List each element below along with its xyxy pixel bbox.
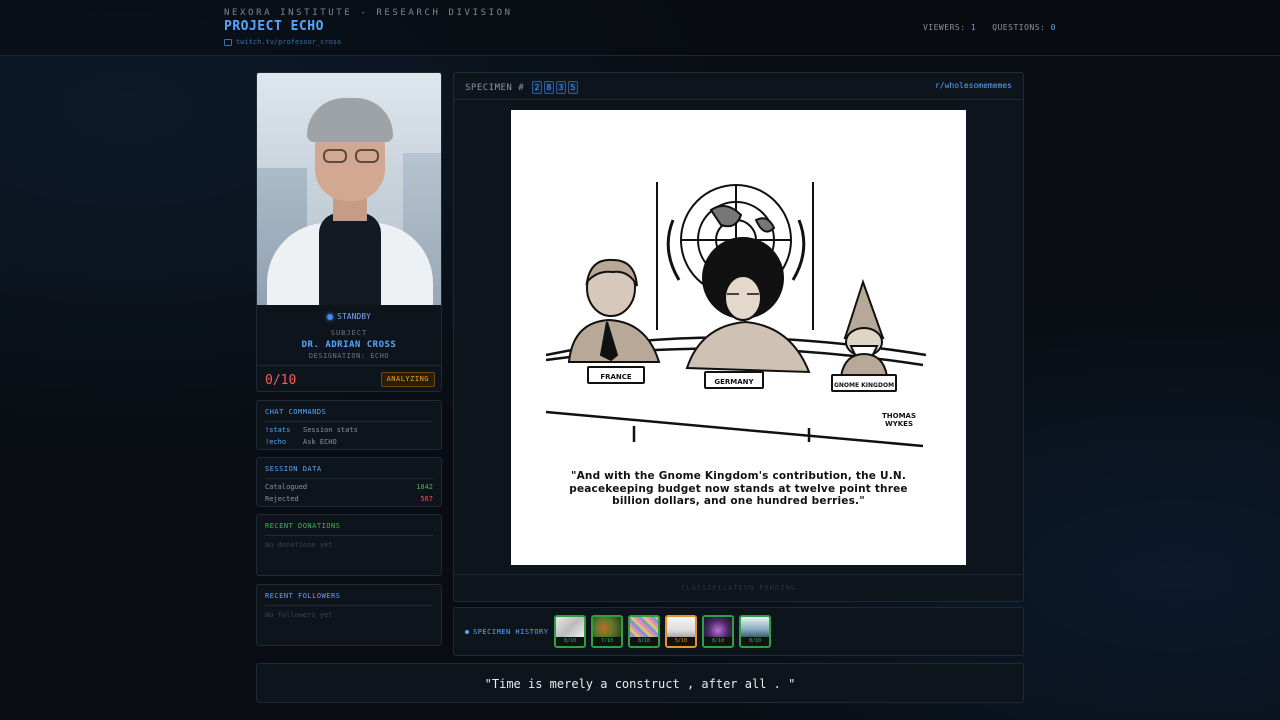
followers-panel: RECENT FOLLOWERS No followers yet — [256, 584, 442, 646]
lens-right — [355, 149, 379, 163]
artist-signature-last: WYKES — [885, 420, 913, 428]
subject-label: SUBJECT — [330, 329, 368, 337]
thumb-image — [556, 617, 584, 639]
catalogued-row: Catalogued 1842 — [257, 479, 441, 491]
specimen-header: SPECIMEN # 2 8 3 5 r/wholesomememes — [454, 73, 1023, 100]
specimen-number: SPECIMEN # 2 8 3 5 — [465, 81, 579, 94]
score-row: 0/10 ANALYZING — [257, 365, 441, 391]
command-key: !echo — [265, 438, 287, 446]
questions-count: 0 — [1050, 23, 1056, 32]
current-score: 0/10 — [265, 373, 297, 388]
followers-empty: No followers yet — [265, 611, 333, 619]
org-name: NEXORA INSTITUTE - RESEARCH DIVISION — [224, 8, 513, 18]
hair — [307, 98, 393, 142]
header-stats: VIEWERS: 1 QUESTIONS: 0 — [923, 23, 1056, 32]
history-thumb[interactable]: 8/10 — [739, 615, 771, 648]
history-dot-icon — [465, 630, 469, 634]
catalogued-count: 1842 — [416, 483, 433, 491]
thumb-score: 8/10 — [704, 637, 732, 646]
classification-status: CLASSIFICATION PENDING — [454, 574, 1023, 601]
viewers-label: VIEWERS: — [922, 23, 966, 32]
germany-plate: GERMANY — [714, 378, 754, 386]
subject-name: DR. ADRIAN CROSS — [301, 340, 397, 350]
france-plate: FRANCE — [600, 373, 632, 381]
command-row: !echo Ask ECHO — [257, 434, 441, 446]
specimen-label: SPECIMEN # — [465, 82, 525, 93]
donations-empty: No donations yet — [265, 541, 333, 549]
thumb-image — [593, 617, 621, 639]
command-row: !stats Session stats — [257, 422, 441, 434]
thumb-image — [741, 617, 769, 639]
specimen-digit: 3 — [556, 81, 567, 94]
thumb-image — [704, 617, 732, 639]
status-dot-icon — [327, 313, 334, 320]
viewers-count: 1 — [970, 23, 977, 32]
glasses — [323, 149, 379, 163]
cartoon-caption: "And with the Gnome Kingdom's contributi… — [569, 470, 908, 507]
donations-panel: RECENT DONATIONS No donations yet — [256, 514, 442, 576]
specimen-viewer: SPECIMEN # 2 8 3 5 r/wholesomememes FRAN… — [453, 72, 1024, 602]
gnome-plate: GNOME KINGDOM — [834, 382, 894, 389]
project-title: PROJECT ECHO — [224, 19, 324, 34]
history-label: SPECIMEN HISTORY — [465, 628, 548, 636]
france-delegate — [567, 258, 661, 363]
history-thumb[interactable]: 8/10 — [702, 615, 734, 648]
subject-card: STANDBY SUBJECT DR. ADRIAN CROSS DESIGNA… — [256, 72, 442, 392]
thumb-score: 7/10 — [593, 637, 621, 646]
history-thumb[interactable]: 8/10 — [554, 615, 586, 648]
germany-delegate — [685, 237, 811, 374]
gnome-delegate — [839, 278, 889, 377]
status-text: STANDBY — [337, 312, 371, 321]
questions-stat: QUESTIONS: 0 — [992, 23, 1056, 32]
session-data-panel: SESSION DATA Catalogued 1842 Rejected 56… — [256, 457, 442, 507]
specimen-image: FRANCE GERMANY GNOME KINGDOM THOMAS WYKE… — [511, 110, 966, 565]
viewers-stat: VIEWERS: 1 — [923, 23, 976, 32]
history-thumbnails: 8/10 7/10 8/10 5/10 8/10 8/10 — [554, 615, 771, 648]
questions-label: QUESTIONS: — [992, 23, 1046, 32]
command-desc: Ask ECHO — [303, 438, 337, 446]
session-data-title: SESSION DATA — [265, 465, 322, 473]
subreddit-link[interactable]: r/wholesomememes — [935, 81, 1012, 90]
history-thumb[interactable]: 7/10 — [591, 615, 623, 648]
turtleneck — [319, 213, 381, 305]
history-thumb[interactable]: 5/10 — [665, 615, 697, 648]
command-key: !stats — [265, 426, 291, 434]
specimen-digit: 8 — [544, 81, 555, 94]
thumb-score: 8/10 — [556, 637, 584, 646]
specimen-digit: 2 — [532, 81, 543, 94]
thumb-image — [667, 617, 695, 639]
specimen-digit: 5 — [568, 81, 579, 94]
channel-link[interactable]: twitch.tv/professor_cross — [224, 38, 341, 46]
subject-photo — [257, 73, 441, 305]
chat-commands-panel: CHAT COMMANDS !stats Session stats !echo… — [256, 400, 442, 450]
rejected-count: 567 — [420, 495, 433, 503]
chat-commands-title: CHAT COMMANDS — [265, 408, 327, 416]
subject-designation: DESIGNATION: ECHO — [308, 352, 390, 360]
channel-url: twitch.tv/professor_cross — [236, 38, 342, 46]
specimen-history-panel: SPECIMEN HISTORY 8/10 7/10 8/10 5/10 8/1… — [453, 607, 1024, 656]
analyzing-badge: ANALYZING — [380, 372, 435, 387]
rejected-label: Rejected — [265, 495, 299, 503]
echo-quote: "Time is merely a construct , after all … — [256, 663, 1024, 703]
status-indicator: STANDBY — [257, 312, 441, 321]
thumb-score: 8/10 — [630, 637, 658, 646]
artist-signature-first: THOMAS — [882, 412, 916, 420]
thumb-score: 5/10 — [667, 637, 695, 646]
followers-title: RECENT FOLLOWERS — [265, 592, 341, 600]
donations-title: RECENT DONATIONS — [265, 522, 341, 530]
lens-left — [323, 149, 347, 163]
command-desc: Session stats — [303, 426, 358, 434]
thumb-image — [630, 617, 658, 639]
history-thumb[interactable]: 8/10 — [628, 615, 660, 648]
rejected-row: Rejected 567 — [257, 491, 441, 503]
top-header: NEXORA INSTITUTE - RESEARCH DIVISION PRO… — [0, 0, 1280, 56]
history-title: SPECIMEN HISTORY — [473, 628, 549, 636]
catalogued-label: Catalogued — [265, 483, 308, 491]
thumb-score: 8/10 — [741, 637, 769, 646]
twitch-icon — [224, 38, 232, 46]
